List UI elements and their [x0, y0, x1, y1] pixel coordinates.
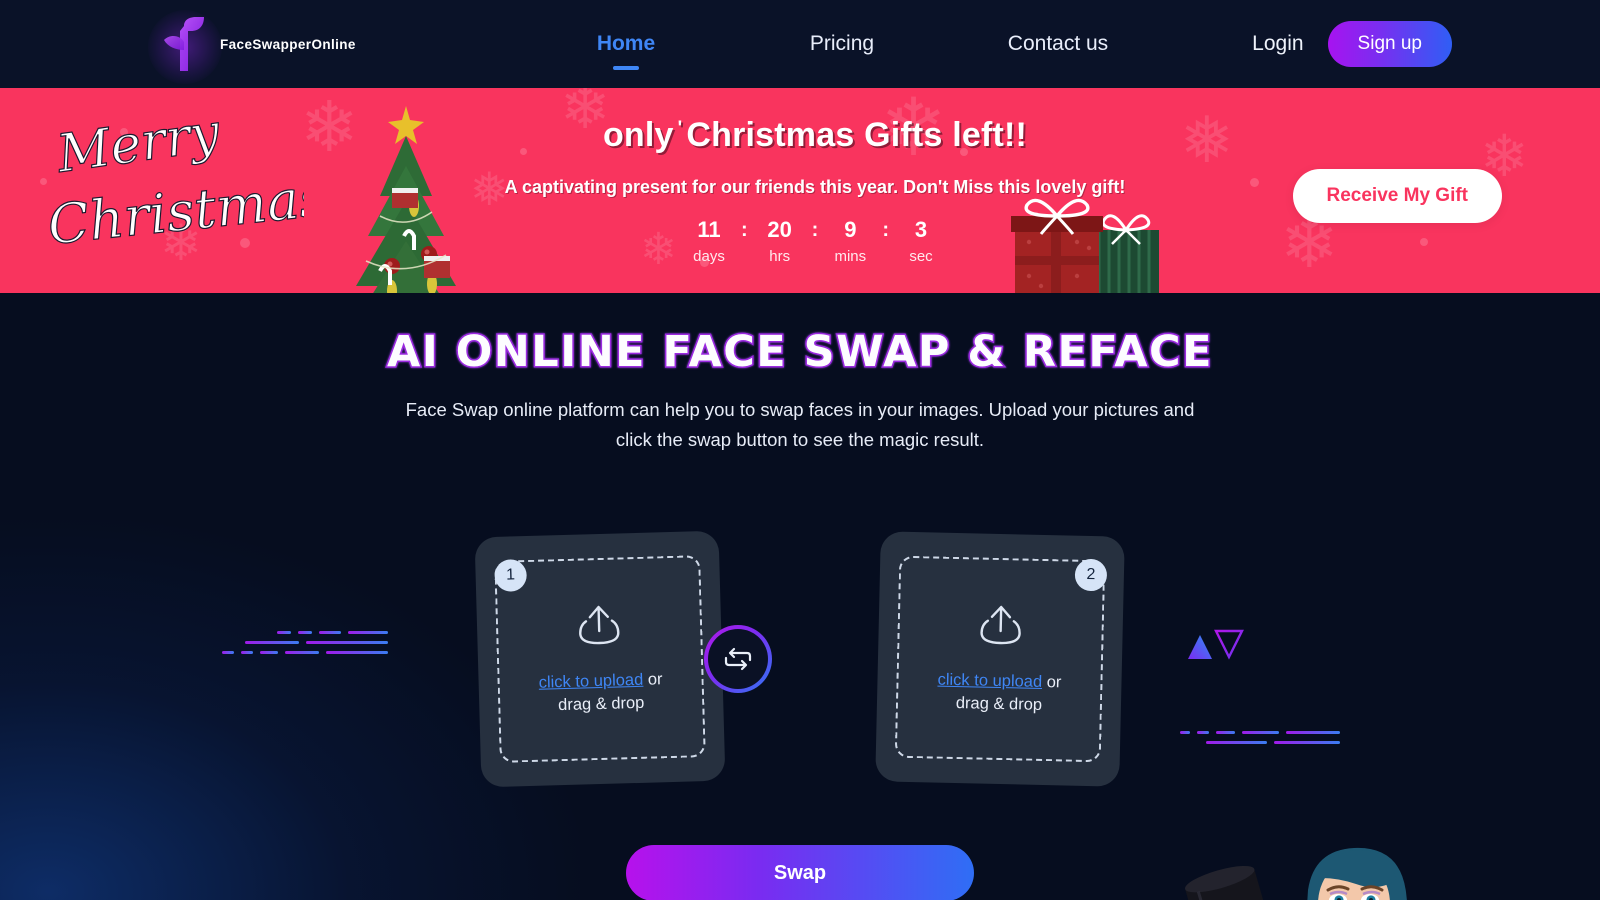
countdown-separator: : [882, 218, 889, 241]
countdown-seconds-value: 3 [914, 216, 928, 242]
upload-dropzone-1-text: click to upload or drag & drop [538, 669, 663, 717]
login-link[interactable]: Login [1252, 32, 1303, 56]
upload-dropzone-1[interactable]: 1 click to upload or drag & drop [474, 530, 726, 788]
upload-icon [977, 603, 1024, 653]
countdown-seconds: 3 sec [891, 216, 951, 266]
page-title: AI Online Face Swap & Reface [386, 326, 1213, 379]
f-leaf-logo-icon [148, 10, 222, 84]
countdown-minutes-label: mins [834, 248, 867, 266]
nav-item-home[interactable]: Home [518, 28, 734, 60]
click-to-upload-link-1[interactable]: click to upload [538, 671, 643, 692]
brand-name: FaceSwapperOnline [220, 36, 356, 52]
nav-item-contact-us[interactable]: Contact us [950, 28, 1166, 60]
upload-rest-label-2: or [1041, 673, 1062, 692]
swap-button[interactable]: Swap [626, 845, 974, 900]
receive-my-gift-button[interactable]: Receive My Gift [1292, 168, 1502, 223]
countdown-separator: : [811, 218, 819, 241]
countdown-days-label: days [693, 248, 725, 266]
banner-title-prefix: only [602, 115, 674, 154]
site-header: FaceSwapperOnline Home Pricing Contact u… [0, 0, 1600, 88]
signup-button[interactable]: Sign up [1327, 21, 1452, 67]
banner-title-suffix: Christmas Gifts left!! [686, 115, 1028, 154]
upload-dropzone-2-inner: 2 click to upload or drag & drop [894, 555, 1108, 763]
swap-arrows-icon [724, 648, 752, 671]
upload-dropzone-2-text: click to upload or drag & drop [937, 669, 1062, 716]
countdown-minutes: 9 mins [820, 216, 880, 266]
upload-icon [575, 603, 622, 653]
countdown-minutes-value: 9 [844, 216, 857, 242]
countdown-hours-label: hrs [769, 248, 791, 266]
upload-badge-2: 2 [1074, 558, 1108, 592]
countdown-hours: 20 hrs [750, 216, 810, 266]
main-navigation: Home Pricing Contact us [488, 28, 1252, 60]
swap-action-area: Swap [0, 845, 1600, 900]
upload-rest-label-1: or [642, 670, 663, 690]
countdown-timer: 11 days : 20 hrs : 9 mins : 3 sec [30, 216, 1600, 266]
swap-toggle-button[interactable] [704, 625, 772, 694]
hero-subtitle: Face Swap online platform can help you t… [405, 399, 1195, 450]
upload-badge-1: 1 [494, 559, 528, 593]
banner-title: only ' Christmas Gifts left!! [30, 116, 1600, 155]
nav-item-pricing[interactable]: Pricing [734, 28, 950, 60]
countdown-days-value: 11 [697, 216, 721, 242]
countdown-seconds-label: sec [909, 248, 933, 266]
countdown-separator: : [740, 218, 748, 241]
upload-area: 1 click to upload or drag & drop 2 click… [0, 530, 1600, 788]
brand-logo-area[interactable]: FaceSwapperOnline [148, 10, 488, 84]
hero-title-wrap: AI Online Face Swap & Reface [0, 326, 1600, 379]
countdown-days: 11 days [679, 216, 739, 266]
banner-title-quantity: ' [677, 117, 683, 139]
upload-dropzone-2[interactable]: 2 click to upload or drag & drop [875, 531, 1125, 787]
christmas-promo-banner: ❄ ❅ ❄ ❄ ❅ ❄ ❄ ❅ ❄ ❄ Merry Christmas [0, 88, 1600, 293]
countdown-hours-value: 20 [767, 216, 792, 242]
upload-second-line-2: drag & drop [955, 693, 1043, 714]
click-to-upload-link-2[interactable]: click to upload [937, 671, 1042, 691]
auth-area: Login Sign up [1252, 21, 1452, 67]
upload-second-line-1: drag & drop [557, 693, 645, 714]
upload-dropzone-1-inner: 1 click to upload or drag & drop [494, 555, 706, 764]
hero-section: AI Online Face Swap & Reface Face Swap o… [0, 293, 1600, 900]
